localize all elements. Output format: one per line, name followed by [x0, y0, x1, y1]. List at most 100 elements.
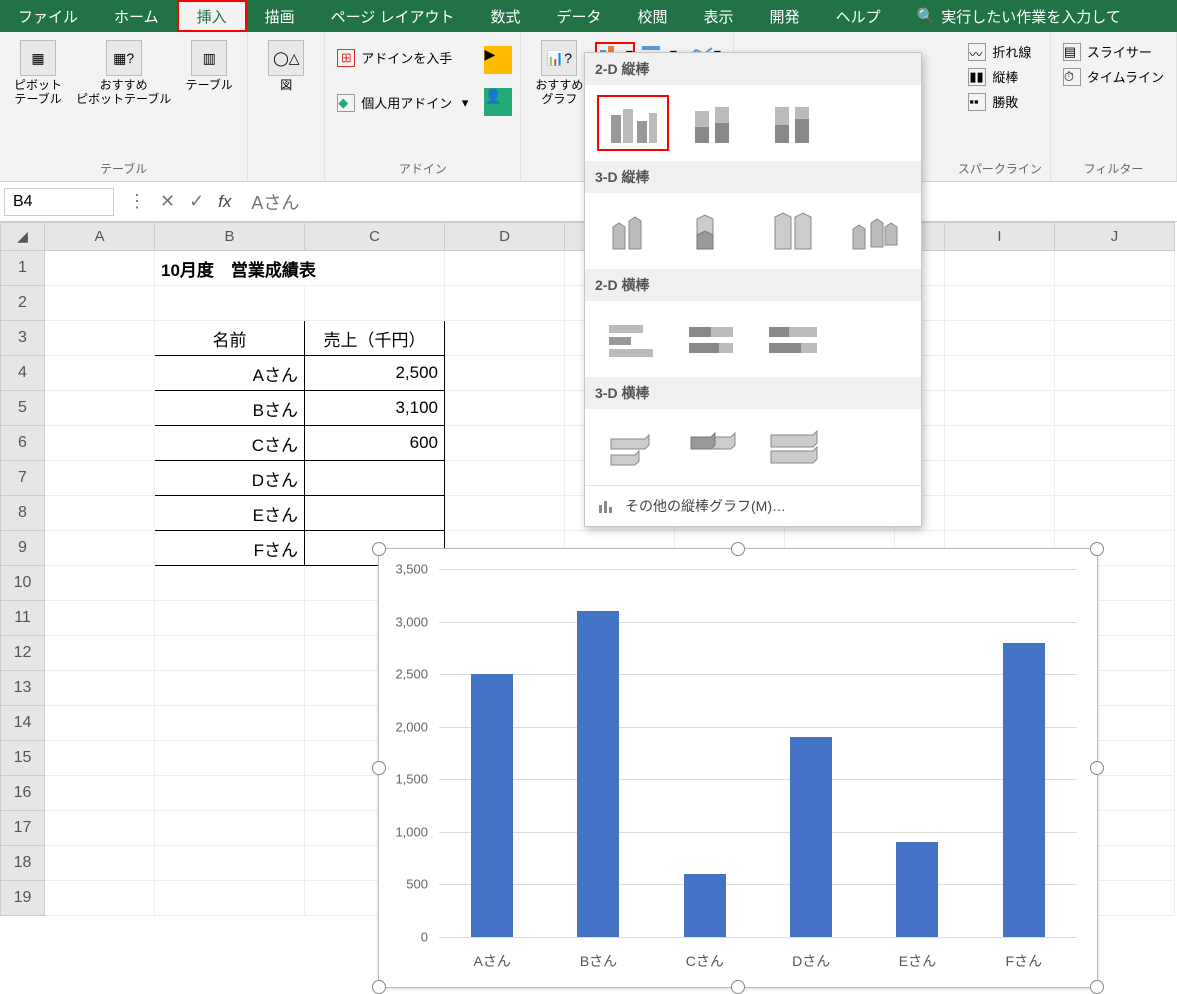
opt-stacked-column[interactable] [677, 95, 749, 151]
cell-B5[interactable]: Bさん [155, 391, 305, 426]
recommended-charts-button[interactable]: 📊? おすすめ グラフ [529, 36, 589, 111]
col-I[interactable]: I [945, 223, 1055, 251]
resize-handle-nw[interactable] [372, 542, 386, 556]
cell-B8[interactable]: Eさん [155, 496, 305, 531]
opt-3d-clustered-column[interactable] [597, 203, 669, 259]
tab-layout[interactable]: ページ レイアウト [313, 0, 473, 32]
row-6[interactable]: 6 [1, 426, 45, 461]
select-all-corner[interactable]: ◢ [1, 223, 45, 251]
bar-Dさん[interactable] [790, 737, 832, 937]
row-17[interactable]: 17 [1, 811, 45, 846]
bar-Fさん[interactable] [1003, 643, 1045, 937]
col-D[interactable]: D [445, 223, 565, 251]
row-12[interactable]: 12 [1, 636, 45, 671]
pivot-table-button[interactable]: ▦ ピボット テーブル [8, 36, 68, 111]
tab-review[interactable]: 校閲 [620, 0, 686, 32]
resize-handle-sw[interactable] [372, 980, 386, 994]
col-B[interactable]: B [155, 223, 305, 251]
cell-C5[interactable]: 3,100 [305, 391, 445, 426]
row-4[interactable]: 4 [1, 356, 45, 391]
cell-B4[interactable]: Aさん [155, 356, 305, 391]
row-15[interactable]: 15 [1, 741, 45, 776]
row-3[interactable]: 3 [1, 321, 45, 356]
cell-B3[interactable]: 名前 [155, 321, 305, 356]
row-13[interactable]: 13 [1, 671, 45, 706]
resize-handle-n[interactable] [731, 542, 745, 556]
opt-3d-clustered-bar[interactable] [597, 419, 669, 475]
fb-dots-icon[interactable]: ⋮ [128, 191, 146, 212]
illustrations-button[interactable]: ◯△ 図 [256, 36, 316, 96]
opt-3d-100-stacked-column[interactable] [757, 203, 829, 259]
opt-3d-stacked-column[interactable] [677, 203, 749, 259]
tab-draw[interactable]: 描画 [247, 0, 313, 32]
bar-Bさん[interactable] [577, 611, 619, 937]
chart-object[interactable]: 05001,0001,5002,0002,5003,0003,500 AさんBさ… [378, 548, 1098, 988]
people-graph-icon[interactable]: 👤 [484, 88, 512, 116]
row-9[interactable]: 9 [1, 531, 45, 566]
bar-Cさん[interactable] [684, 874, 726, 937]
resize-handle-s[interactable] [731, 980, 745, 994]
cell-C7[interactable] [305, 461, 445, 496]
col-A[interactable]: A [45, 223, 155, 251]
row-10[interactable]: 10 [1, 566, 45, 601]
opt-clustered-bar[interactable] [597, 311, 669, 367]
tell-me-search[interactable]: 🔍 実行したい作業を入力して [899, 0, 1139, 32]
tab-insert[interactable]: 挿入 [177, 0, 247, 32]
row-18[interactable]: 18 [1, 846, 45, 881]
resize-handle-ne[interactable] [1090, 542, 1104, 556]
bar-Aさん[interactable] [471, 674, 513, 937]
tab-developer[interactable]: 開発 [752, 0, 818, 32]
chart-plot-area[interactable] [439, 569, 1077, 937]
opt-100-stacked-bar[interactable] [757, 311, 829, 367]
opt-100-stacked-column[interactable] [757, 95, 829, 151]
row-1[interactable]: 1 [1, 251, 45, 286]
tab-data[interactable]: データ [539, 0, 620, 32]
fx-icon[interactable]: fx [218, 192, 231, 212]
row-8[interactable]: 8 [1, 496, 45, 531]
slicer-button[interactable]: ▤ スライサー [1059, 40, 1168, 63]
bing-maps-icon[interactable]: ▶ [484, 46, 512, 74]
tab-home[interactable]: ホーム [96, 0, 177, 32]
tab-formulas[interactable]: 数式 [472, 0, 538, 32]
cell-B7[interactable]: Dさん [155, 461, 305, 496]
cell-C8[interactable] [305, 496, 445, 531]
tab-file[interactable]: ファイル [0, 0, 96, 32]
sparkline-column-button[interactable]: ▮▮ 縦棒 [964, 65, 1035, 88]
more-column-charts[interactable]: その他の縦棒グラフ(M)… [585, 485, 921, 526]
opt-3d-100-stacked-bar[interactable] [757, 419, 829, 475]
row-11[interactable]: 11 [1, 601, 45, 636]
cell-B6[interactable]: Cさん [155, 426, 305, 461]
sparkline-line-button[interactable]: 〰 折れ線 [964, 40, 1035, 63]
tab-view[interactable]: 表示 [686, 0, 752, 32]
opt-3d-column[interactable] [837, 203, 909, 259]
sparkline-winloss-button[interactable]: ▪▪ 勝敗 [964, 90, 1035, 113]
fb-cancel-icon[interactable]: ✕ [160, 191, 175, 212]
row-2[interactable]: 2 [1, 286, 45, 321]
bar-Eさん[interactable] [896, 842, 938, 937]
row-16[interactable]: 16 [1, 776, 45, 811]
tab-help[interactable]: ヘルプ [818, 0, 899, 32]
opt-stacked-bar[interactable] [677, 311, 749, 367]
opt-clustered-column[interactable] [597, 95, 669, 151]
resize-handle-se[interactable] [1090, 980, 1104, 994]
get-addins-button[interactable]: ⊞ アドインを入手 [333, 46, 472, 69]
cell-C6[interactable]: 600 [305, 426, 445, 461]
resize-handle-e[interactable] [1090, 761, 1104, 775]
chart-bars[interactable] [439, 569, 1077, 937]
timeline-button[interactable]: ⏱ タイムライン [1059, 65, 1168, 88]
my-addins-button[interactable]: ◆ 個人用アドイン ▾ [333, 91, 472, 114]
row-5[interactable]: 5 [1, 391, 45, 426]
recommended-pivot-button[interactable]: ▦? おすすめ ピボットテーブル [72, 36, 175, 111]
row-19[interactable]: 19 [1, 881, 45, 916]
cell-B1[interactable]: 10月度 営業成績表 [155, 251, 445, 286]
name-box[interactable] [4, 188, 114, 216]
col-J[interactable]: J [1055, 223, 1175, 251]
fb-enter-icon[interactable]: ✓ [189, 191, 204, 212]
opt-3d-stacked-bar[interactable] [677, 419, 749, 475]
cell-B9[interactable]: Fさん [155, 531, 305, 566]
col-C[interactable]: C [305, 223, 445, 251]
cell-C4[interactable]: 2,500 [305, 356, 445, 391]
cell-C3[interactable]: 売上（千円） [305, 321, 445, 356]
row-14[interactable]: 14 [1, 706, 45, 741]
table-button[interactable]: ▥ テーブル [179, 36, 239, 96]
